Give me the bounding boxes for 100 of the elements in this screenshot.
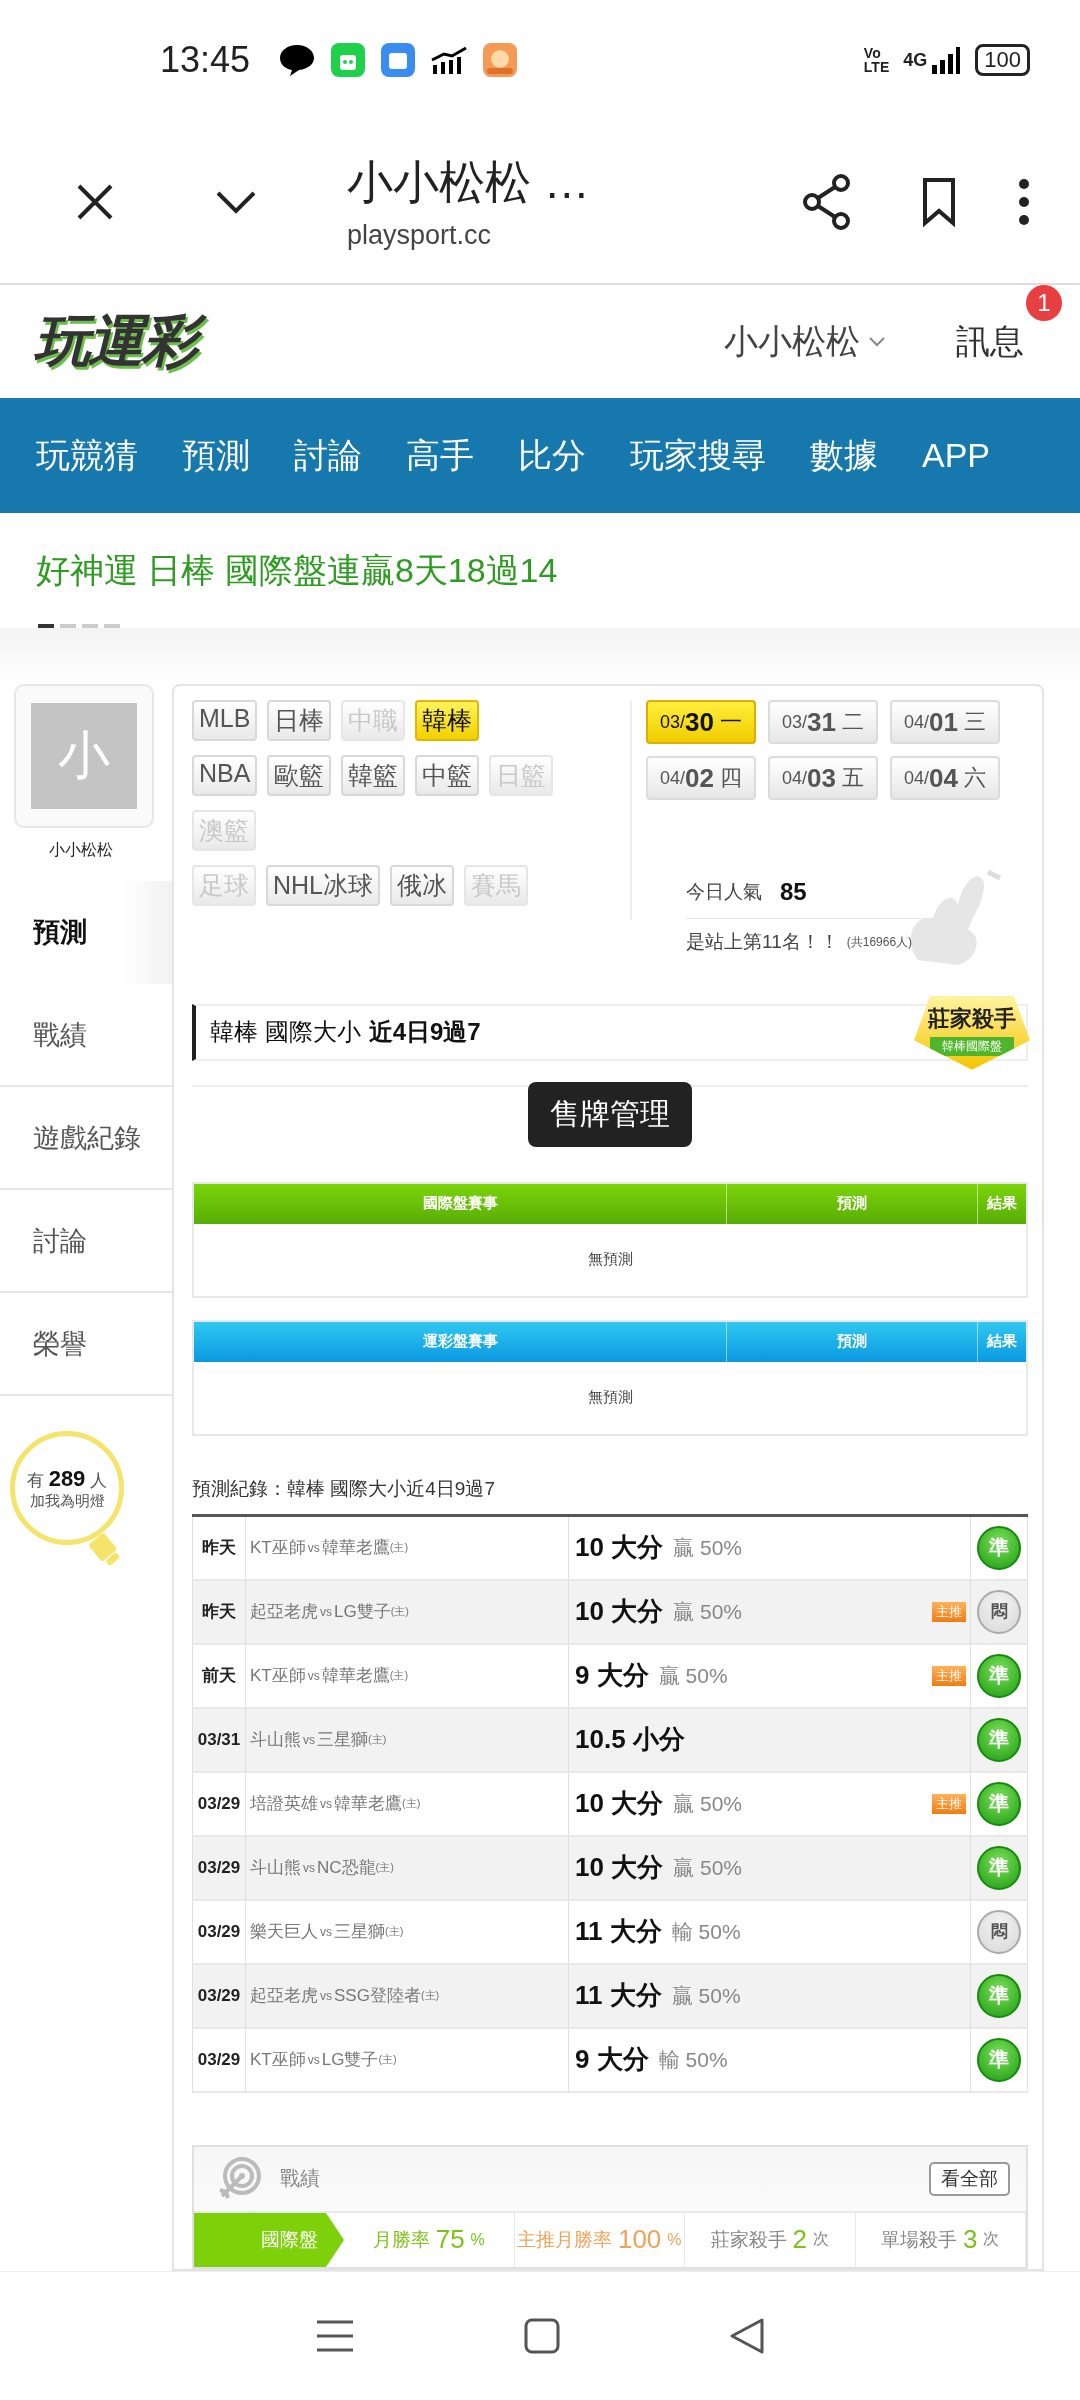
league-button[interactable]: NHL冰球 — [266, 865, 380, 906]
home-square-icon[interactable] — [524, 2318, 560, 2354]
caret-icon — [868, 335, 886, 348]
signal-icon — [931, 45, 962, 75]
league-button[interactable]: MLB — [192, 700, 258, 741]
prediction-line: 10 大分 — [575, 1851, 664, 1885]
date-button[interactable]: 04/01 三 — [890, 700, 1000, 744]
result-mark: 準 — [977, 2038, 1021, 2082]
stat-value: 75 — [435, 2224, 465, 2256]
featured-tag: 主推 — [932, 1666, 966, 1686]
featured-tag: 主推 — [932, 1794, 966, 1814]
stat-value: 2 — [792, 2224, 807, 2256]
date-button[interactable]: 03/30 一 — [646, 700, 756, 744]
avatar: 小 — [31, 703, 137, 809]
empty-message: 無預測 — [587, 1250, 633, 1270]
date-cell: 03/29 — [192, 2029, 245, 2091]
stat-unit: 次 — [983, 2229, 1000, 2250]
prediction-line: 11 大分 — [575, 1915, 662, 1949]
stat-label: 主推月勝率 — [516, 2228, 612, 2252]
date-button[interactable]: 03/31 二 — [768, 700, 878, 744]
share-icon[interactable] — [802, 173, 852, 230]
stat-unit: 次 — [813, 2229, 829, 2250]
result-mark: 準 — [977, 1782, 1021, 1826]
league-title: 韓棒 國際大小 — [210, 1017, 361, 1048]
column-header: 預測 — [727, 1322, 978, 1362]
league-button[interactable]: 韓籃 — [341, 755, 406, 796]
menu-icon[interactable] — [314, 2319, 355, 2353]
stat-unit: % — [470, 2231, 485, 2249]
stock-chart-icon — [430, 45, 469, 75]
date-cell: 03/31 — [192, 1709, 245, 1771]
date-cell: 昨天 — [192, 1517, 245, 1579]
page-title: 小小松松 … — [347, 155, 591, 210]
nav-item[interactable]: 數據 — [810, 432, 878, 479]
award-title: 莊家殺手 — [928, 1004, 1016, 1033]
fans-bulb[interactable]: 有 289 人 加我為明燈 — [10, 1431, 124, 1545]
view-all-button[interactable]: 看全部 — [929, 2162, 1010, 2196]
nav-item[interactable]: 玩競猜 — [36, 432, 138, 479]
nav-item[interactable]: APP — [922, 436, 991, 475]
prediction-line: 10 大分 — [575, 1531, 664, 1565]
date-cell: 03/29 — [192, 1965, 245, 2027]
result-text: 贏 50% — [673, 1535, 743, 1561]
date-button[interactable]: 04/02 四 — [646, 756, 756, 800]
result-mark: 悶 — [977, 1910, 1021, 1954]
records-title: 預測紀錄：韓棒 國際大小近4日9過7 — [192, 1477, 496, 1501]
banner-text[interactable]: 好神運 日棒 國際盤連贏8天18過14 — [36, 547, 1080, 594]
stat-value: 100 — [617, 2224, 662, 2256]
column-header: 國際盤賽事 — [194, 1184, 727, 1224]
sell-management-button[interactable]: 售牌管理 — [528, 1082, 692, 1147]
stat-label: 莊家殺手 — [710, 2228, 787, 2252]
back-icon[interactable] — [729, 2317, 766, 2355]
result-text: 贏 50% — [673, 1791, 743, 1817]
result-text: 輸 50% — [658, 2047, 728, 2073]
featured-tag: 主推 — [932, 1602, 966, 1622]
nav-item[interactable]: 預測 — [182, 432, 250, 479]
league-button[interactable]: 俄冰 — [390, 865, 454, 906]
prediction-line: 9 大分 — [575, 2043, 649, 2077]
page-url: playsport.cc — [347, 220, 493, 251]
bookmark-icon[interactable] — [922, 176, 956, 227]
nav-item[interactable]: 討論 — [294, 432, 362, 479]
prediction-line: 10 大分 — [575, 1595, 664, 1629]
result-mark: 準 — [977, 1846, 1021, 1890]
app-windows-icon — [380, 42, 417, 78]
popularity-value: 85 — [780, 878, 807, 906]
league-button[interactable]: 中籃 — [415, 755, 480, 796]
award-ribbon: 韓棒國際盤 — [930, 1036, 1014, 1056]
more-icon[interactable] — [1018, 177, 1030, 226]
network-label: 4G — [903, 50, 928, 71]
site-logo[interactable]: 玩運彩 — [30, 299, 210, 384]
stat-label: 單場殺手 — [881, 2228, 957, 2252]
game-app-icon — [482, 42, 519, 78]
stat-value: 3 — [963, 2224, 978, 2256]
result-text: 贏 50% — [658, 1663, 728, 1689]
nav-item[interactable]: 高手 — [406, 432, 474, 479]
date-button[interactable]: 04/03 五 — [768, 756, 878, 800]
messages-link[interactable]: 訊息 — [956, 321, 1024, 360]
result-mark: 準 — [977, 1526, 1021, 1570]
date-cell: 03/29 — [192, 1837, 245, 1899]
league-button[interactable]: NBA — [192, 755, 258, 796]
league-button[interactable]: 韓棒 — [415, 700, 480, 741]
league-button[interactable]: 日棒 — [267, 700, 332, 741]
popularity-label: 今日人氣 — [686, 880, 762, 904]
user-menu[interactable]: 小小松松 — [724, 318, 886, 365]
nav-item[interactable]: 玩家搜尋 — [630, 432, 766, 479]
chat-bubble-icon — [278, 42, 317, 78]
total-users: (共16966人) — [846, 933, 913, 951]
column-header: 運彩盤賽事 — [194, 1322, 727, 1362]
fans-count: 有 289 人 — [26, 1465, 108, 1492]
notification-badge: 1 — [1026, 284, 1062, 321]
volte-label: Vo LTE — [863, 46, 890, 74]
stat-label: 月勝率 — [372, 2228, 430, 2252]
column-header: 預測 — [727, 1184, 978, 1224]
clock-time: 13:45 — [160, 39, 251, 81]
date-cell: 03/29 — [192, 1901, 245, 1963]
league-button[interactable]: 歐籃 — [267, 755, 332, 796]
nav-item[interactable]: 比分 — [518, 432, 586, 479]
result-text: 輸 50% — [671, 1919, 741, 1945]
date-button[interactable]: 04/04 六 — [890, 756, 1000, 800]
column-header: 結果 — [985, 1331, 1018, 1352]
result-mark: 準 — [977, 1974, 1021, 2018]
result-text: 贏 50% — [673, 1599, 743, 1625]
